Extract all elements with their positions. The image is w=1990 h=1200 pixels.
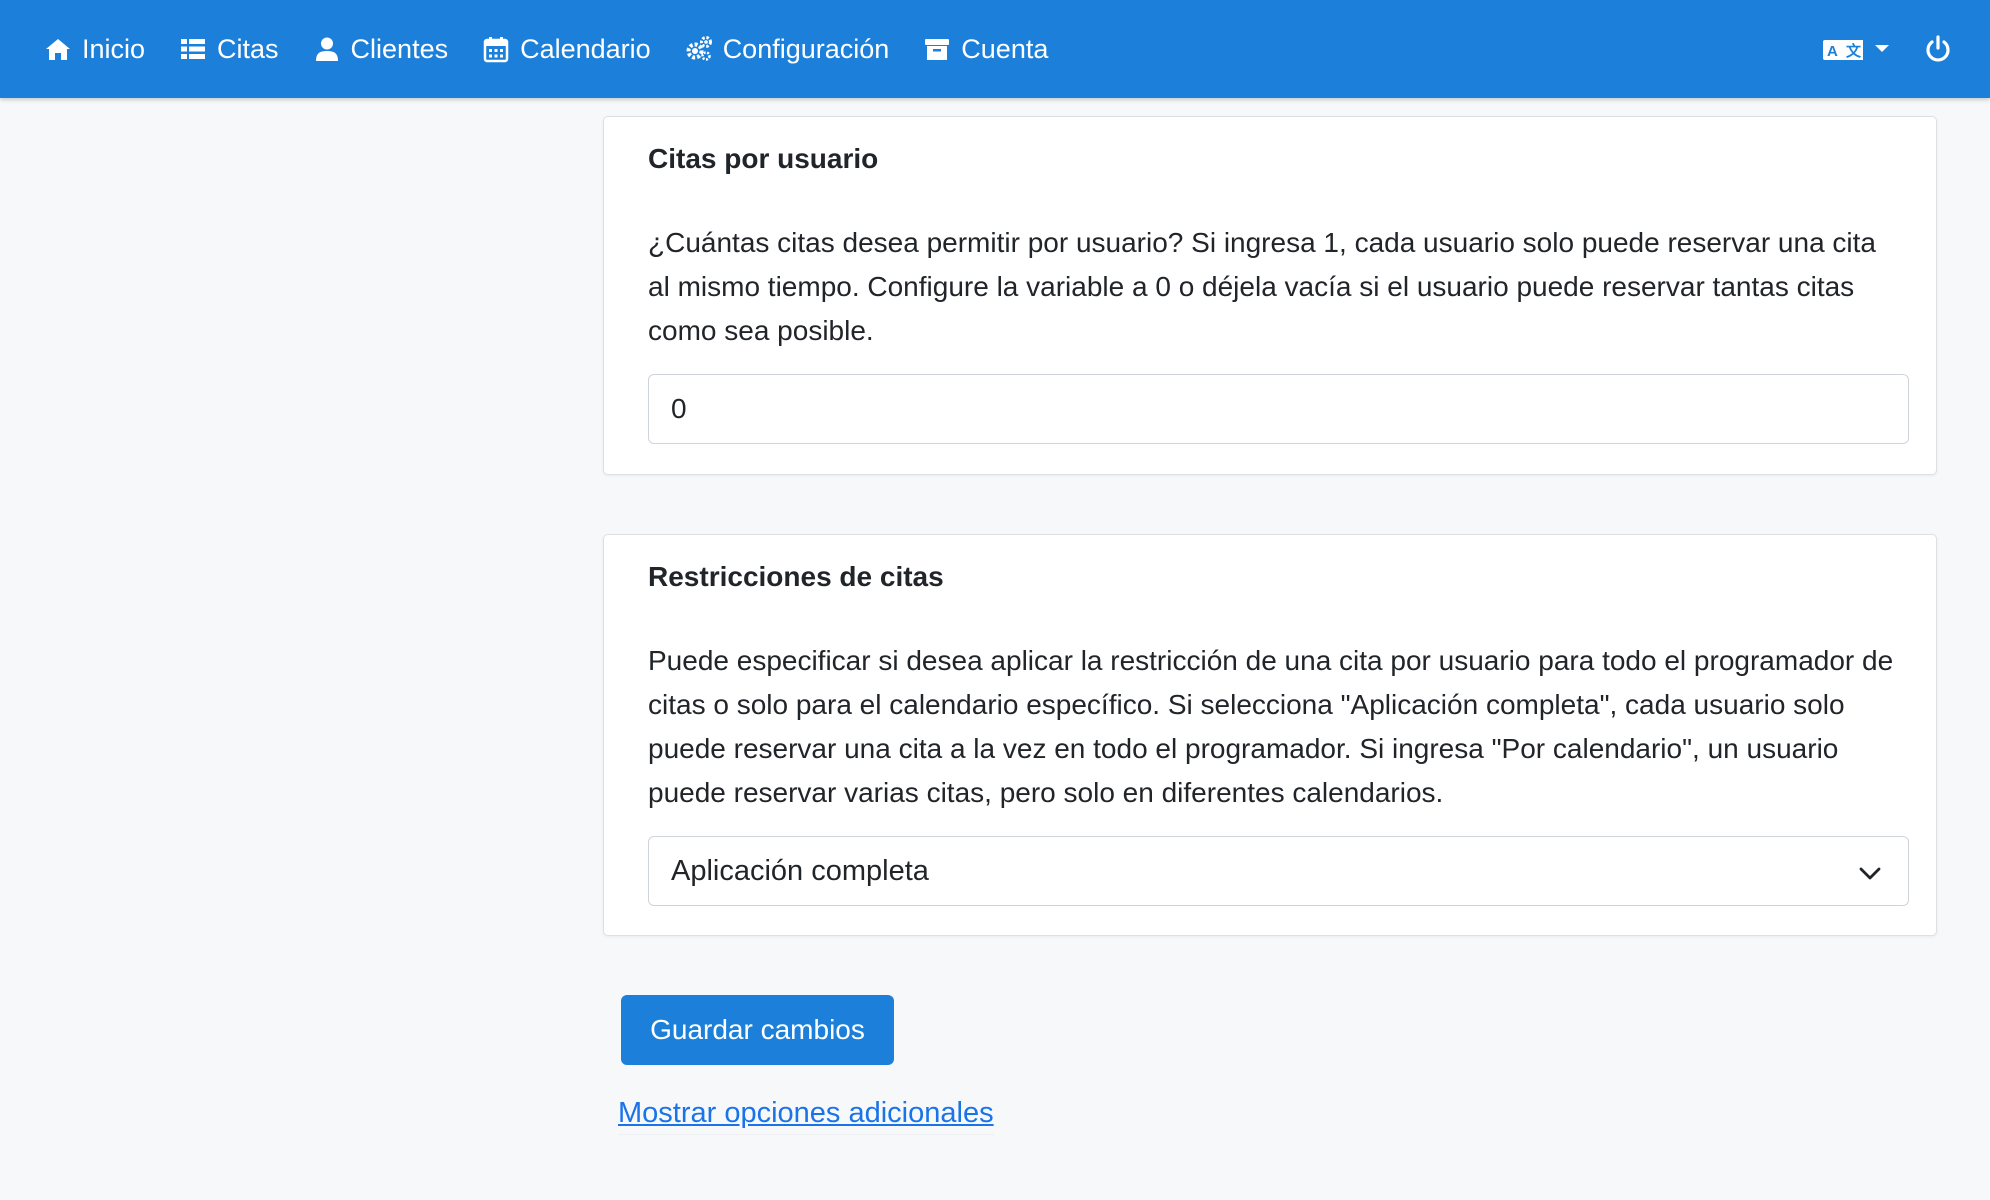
language-icon: A 文 — [1822, 37, 1864, 61]
nav-item-inicio[interactable]: Inicio — [44, 34, 145, 65]
nav-item-cuenta[interactable]: Cuenta — [923, 34, 1048, 65]
user-icon — [313, 35, 341, 63]
card-title: Citas por usuario — [648, 143, 879, 174]
restriction-scope-select[interactable]: Aplicación completa — [648, 836, 1909, 906]
calendar-icon — [482, 35, 510, 63]
nav-item-citas[interactable]: Citas — [179, 34, 279, 65]
show-more-options-link[interactable]: Mostrar opciones adicionales — [618, 1097, 994, 1135]
logout-button[interactable] — [1924, 35, 1952, 63]
card-description: Puede especificar si desea aplicar la re… — [648, 645, 1894, 808]
gears-icon — [685, 35, 713, 63]
nav-item-configuracion[interactable]: Configuración — [685, 33, 890, 65]
top-navbar: Inicio Citas Clientes Calendario Configu… — [0, 0, 1990, 98]
card-description: ¿Cuántas citas desea permitir por usuari… — [648, 227, 1876, 346]
nav-label-configuracion: Configuración — [722, 33, 890, 64]
language-dropdown[interactable]: A 文 — [1822, 37, 1890, 61]
nav-label-citas: Citas — [217, 33, 279, 64]
save-changes-button[interactable]: Guardar cambios — [621, 995, 894, 1065]
card-title: Restricciones de citas — [648, 561, 944, 592]
appointments-per-user-card: Citas por usuario ¿Cuántas citas desea p… — [603, 116, 1937, 475]
nav-label-calendario: Calendario — [520, 33, 651, 64]
archive-icon — [923, 35, 951, 63]
caret-down-icon — [1874, 44, 1890, 54]
appointments-per-user-input[interactable]: 0 — [648, 374, 1909, 444]
list-icon — [179, 35, 207, 63]
power-icon — [1924, 35, 1952, 63]
nav-label-clientes: Clientes — [350, 33, 449, 64]
nav-label-inicio: Inicio — [82, 33, 146, 64]
nav-label-cuenta: Cuenta — [961, 33, 1049, 64]
input-value: 0 — [671, 393, 687, 424]
nav-right: A 文 — [1822, 0, 1952, 98]
svg-text:文: 文 — [1846, 42, 1862, 60]
select-value: Aplicación completa — [671, 854, 929, 887]
nav-item-calendario[interactable]: Calendario — [482, 34, 651, 65]
home-icon — [44, 35, 72, 63]
chevron-down-icon — [1858, 860, 1882, 893]
appointment-restrictions-card: Restricciones de citas Puede especificar… — [603, 534, 1937, 936]
svg-text:A: A — [1827, 43, 1838, 60]
nav-item-clientes[interactable]: Clientes — [313, 33, 449, 65]
main-nav: Inicio Citas Clientes Calendario Configu… — [44, 34, 1082, 65]
